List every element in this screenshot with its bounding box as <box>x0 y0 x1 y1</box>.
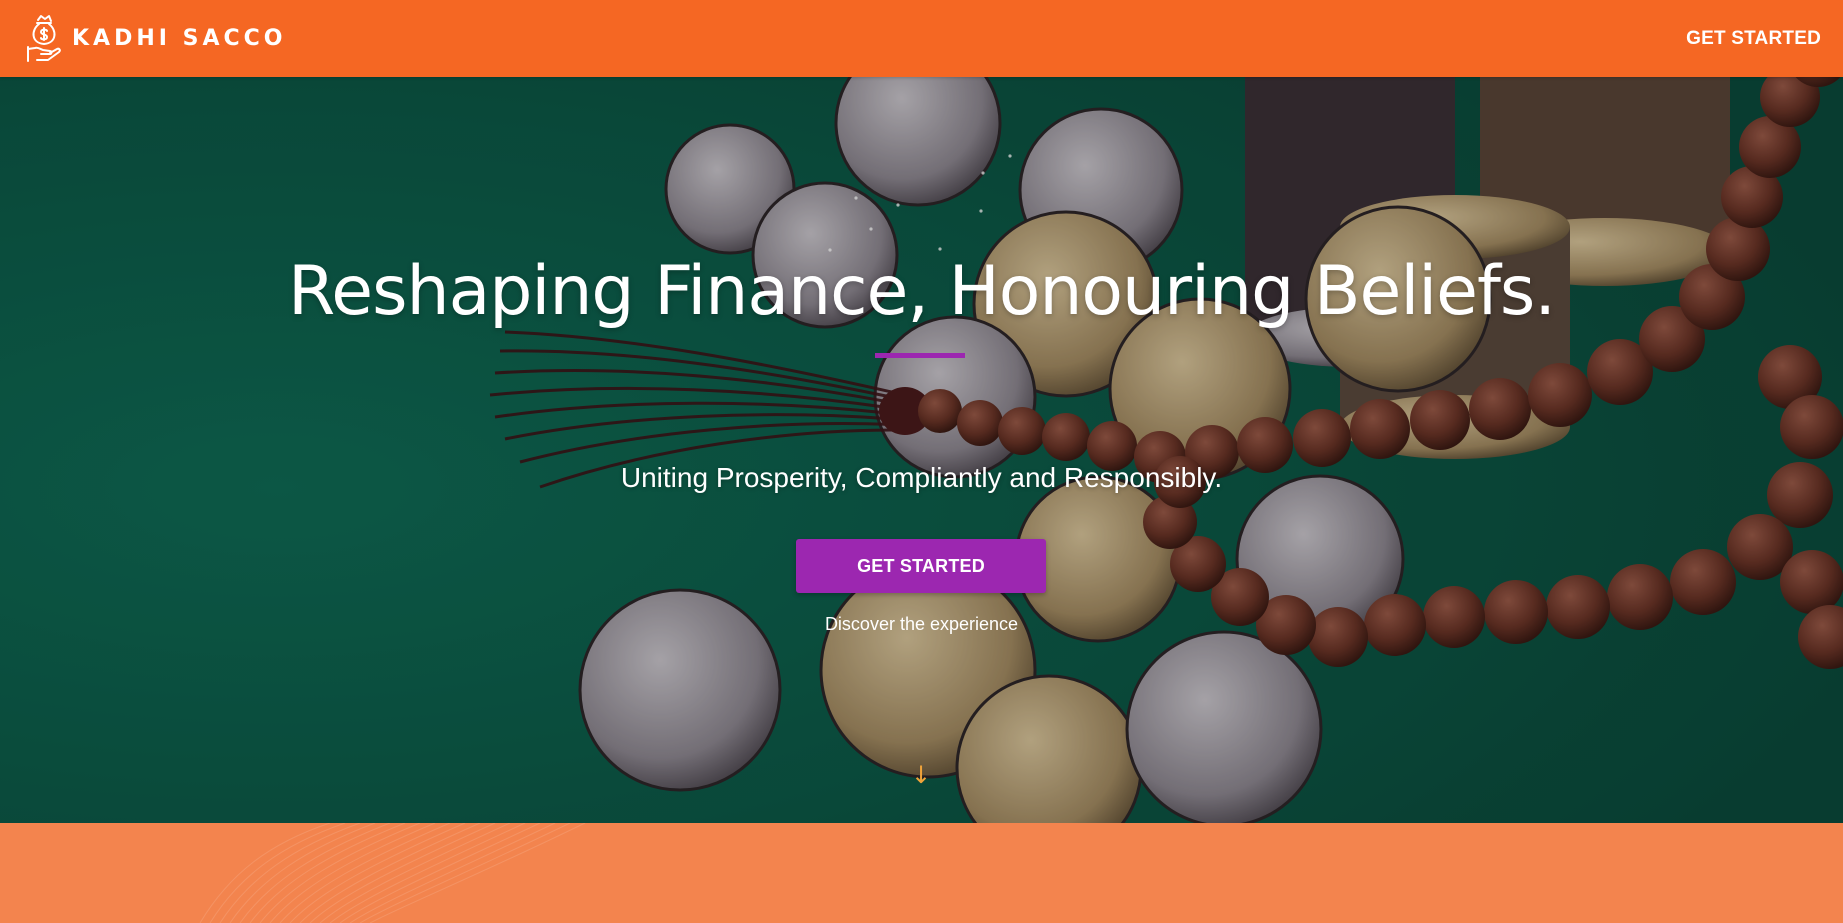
brand-link[interactable]: KADHI SACCO <box>26 14 286 64</box>
hero-title: Reshaping Finance, Honouring Beliefs. <box>288 252 1556 331</box>
hand-holding-money-bag-icon <box>27 14 61 62</box>
title-divider <box>875 353 965 358</box>
brand-name: KADHI SACCO <box>72 26 287 51</box>
hero-content: Reshaping Finance, Honouring Beliefs. Un… <box>0 77 1843 823</box>
hero-subtitle: Uniting Prosperity, Compliantly and Resp… <box>620 462 1223 493</box>
page: KADHI SACCO GET STARTED Reshaping Financ… <box>0 0 1843 923</box>
hero-section: Reshaping Finance, Honouring Beliefs. Un… <box>0 77 1843 823</box>
navbar: KADHI SACCO GET STARTED <box>0 0 1843 77</box>
nav-get-started-link[interactable]: GET STARTED <box>1686 28 1821 50</box>
arrow-down-icon[interactable]: ↓ <box>906 760 936 790</box>
next-section <box>0 823 1843 923</box>
hero-get-started-button[interactable]: GET STARTED <box>796 539 1046 593</box>
hero-caption: Discover the experience <box>824 614 1019 634</box>
decorative-line-pattern <box>199 823 586 923</box>
